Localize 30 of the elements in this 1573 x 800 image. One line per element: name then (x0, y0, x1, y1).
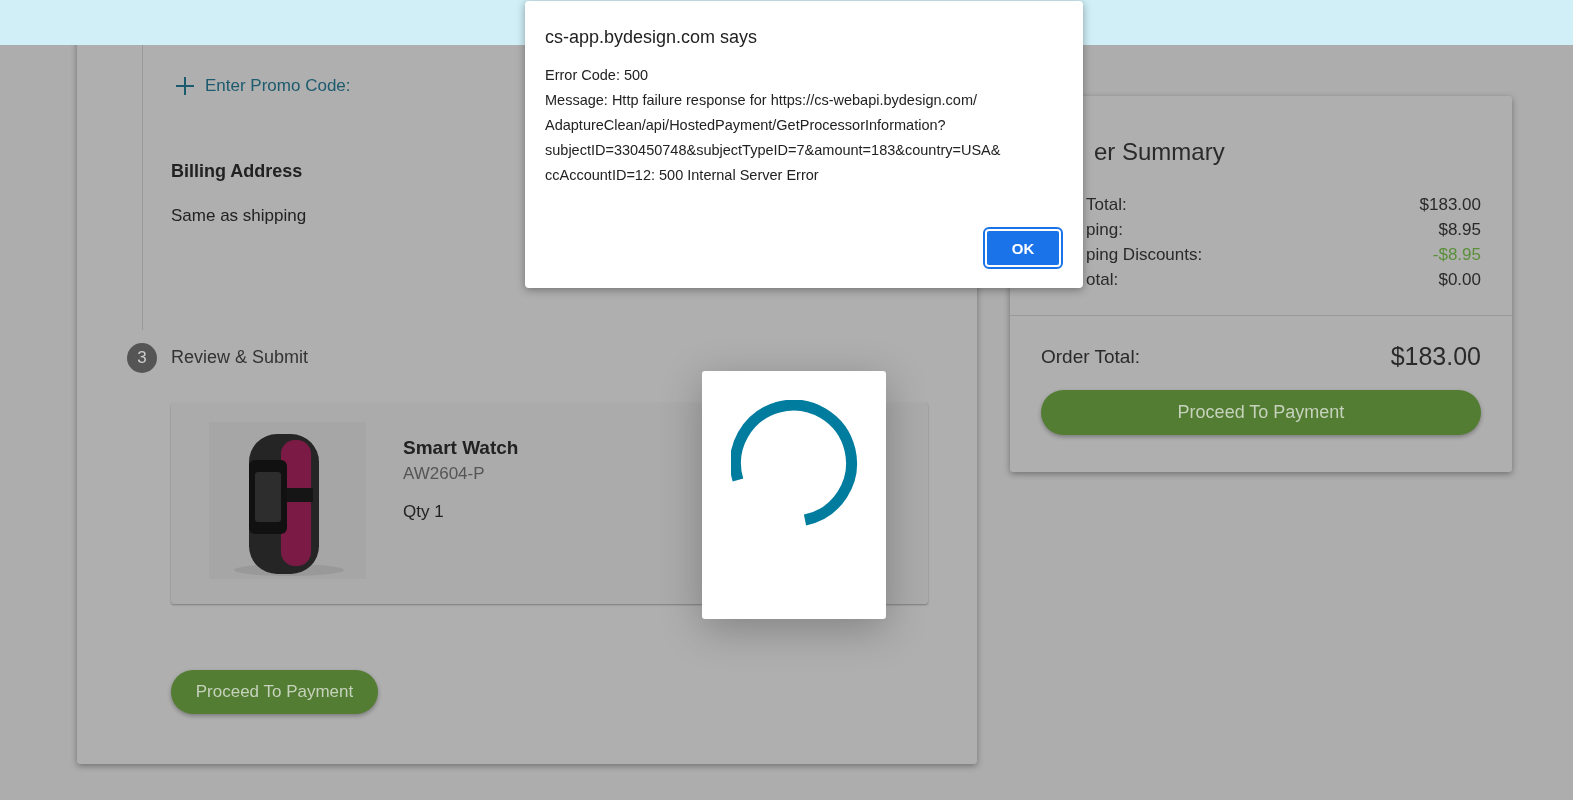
summary-label: ping: (1086, 219, 1123, 240)
summary-label: otal: (1086, 269, 1119, 290)
step-title: Review & Submit (171, 347, 309, 368)
summary-label: Total: (1086, 194, 1127, 215)
summary-value: $8.95 (1438, 219, 1481, 240)
step-number: 3 (127, 343, 157, 373)
proceed-button[interactable]: Proceed To Payment (171, 670, 378, 714)
order-total-value: $183.00 (1390, 342, 1481, 371)
ok-button[interactable]: OK (985, 229, 1061, 267)
summary-value: -$8.95 (1432, 244, 1481, 265)
error-message-line: Message: Http failure response for https://cs-webapi.bydesign.com/ (545, 91, 978, 110)
error-message-line: Error Code: 500 (545, 66, 650, 85)
billing-heading: Billing Address (171, 161, 303, 182)
summary-title: er Summary (1094, 138, 1226, 167)
order-total-label: Order Total: (1041, 345, 1140, 368)
error-message-line: ccAccountID=12: 500 Internal Server Error (545, 166, 820, 185)
proceed-button[interactable]: Proceed To Payment (1041, 390, 1481, 435)
spinner-icon (731, 400, 859, 528)
dialog-title: cs-app.bydesign.com says (545, 27, 758, 48)
summary-label: ping Discounts: (1086, 244, 1203, 265)
error-message-line: AdaptureClean/api/HostedPayment/GetProcessorInformation? (545, 116, 947, 135)
billing-value: Same as shipping (171, 206, 307, 226)
plus-icon (175, 76, 195, 96)
summary-value: $183.00 (1419, 194, 1481, 215)
product-sku: AW2604-P (403, 464, 485, 484)
promo-code-link[interactable]: Enter Promo Code: (175, 76, 351, 96)
product-name: Smart Watch (403, 437, 519, 459)
error-message-line: subjectID=330450748&subjectTypeID=7&amount=183&country=USA& (545, 141, 1001, 160)
summary-value: $0.00 (1438, 269, 1481, 290)
product-quantity: Qty 1 (403, 502, 444, 522)
